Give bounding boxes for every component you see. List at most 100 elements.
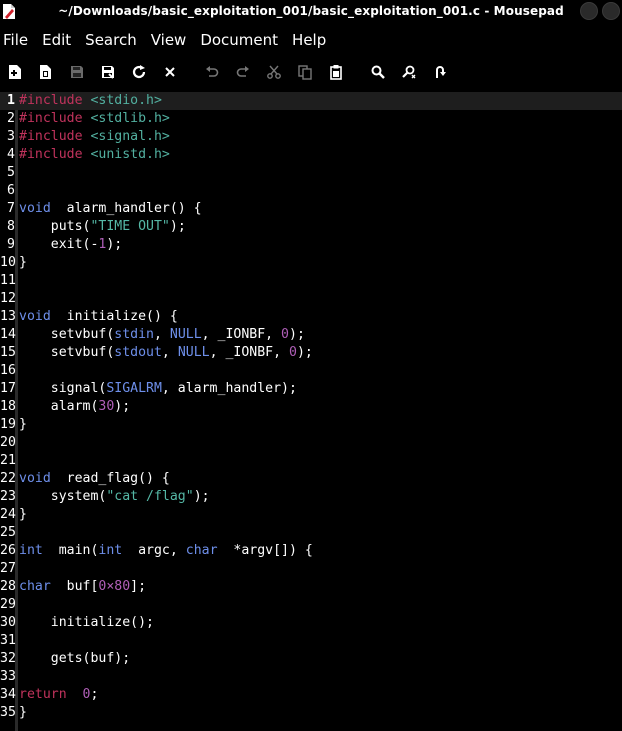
code-line[interactable]: 33 bbox=[0, 668, 622, 686]
code-token: <stdio.h> bbox=[90, 93, 162, 108]
code-line[interactable]: 11 bbox=[0, 272, 622, 290]
code-token: main( bbox=[42, 543, 99, 558]
code-line[interactable]: 9 exit(-1); bbox=[0, 236, 622, 254]
code-line[interactable]: 7 void alarm_handler() { bbox=[0, 200, 622, 218]
code-text: exit(-1); bbox=[19, 236, 123, 254]
menu-help[interactable]: Help bbox=[289, 31, 333, 49]
line-number: 6 bbox=[7, 183, 15, 198]
code-line[interactable]: 30 initialize(); bbox=[0, 614, 622, 632]
code-text: initialize(); bbox=[19, 614, 154, 632]
code-line[interactable]: 18 alarm(30); bbox=[0, 398, 622, 416]
code-line[interactable]: 21 bbox=[0, 452, 622, 470]
menu-edit[interactable]: Edit bbox=[39, 31, 78, 49]
redo-icon[interactable] bbox=[232, 61, 254, 83]
line-number: 14 bbox=[0, 327, 16, 342]
code-line[interactable]: 29 bbox=[0, 596, 622, 614]
save-as-icon[interactable] bbox=[97, 61, 119, 83]
line-number: 11 bbox=[0, 273, 16, 288]
code-line[interactable]: 22 void read_flag() { bbox=[0, 470, 622, 488]
open-file-icon[interactable] bbox=[35, 61, 57, 83]
code-line[interactable]: 12 bbox=[0, 290, 622, 308]
code-line[interactable]: 26 int main(int argc, char *argv[]) { bbox=[0, 542, 622, 560]
code-token: read_flag() { bbox=[50, 471, 170, 486]
code-line[interactable]: 2 #include <stdlib.h> bbox=[0, 110, 622, 128]
paste-icon[interactable] bbox=[325, 61, 347, 83]
line-number: 16 bbox=[0, 363, 16, 378]
code-token: void bbox=[19, 309, 51, 324]
line-number: 28 bbox=[0, 579, 16, 594]
menu-view[interactable]: View bbox=[148, 31, 194, 49]
code-line[interactable]: 15 setvbuf(stdout, NULL, _IONBF, 0); bbox=[0, 344, 622, 362]
code-token: *argv[]) { bbox=[217, 543, 313, 558]
line-number: 5 bbox=[7, 165, 15, 180]
line-number: 19 bbox=[0, 417, 16, 432]
find-icon[interactable] bbox=[367, 61, 389, 83]
code-token: argc, bbox=[122, 543, 186, 558]
code-editor[interactable]: 1 #include <stdio.h> 2 #include <stdlib.h> 3… bbox=[0, 92, 622, 731]
code-line[interactable]: 35} bbox=[0, 704, 622, 722]
line-number: 10 bbox=[0, 255, 16, 270]
line-number: 21 bbox=[0, 453, 16, 468]
code-line[interactable]: 20 bbox=[0, 434, 622, 452]
code-line[interactable]: 14 setvbuf(stdin, NULL, _IONBF, 0); bbox=[0, 326, 622, 344]
close-icon[interactable] bbox=[159, 61, 181, 83]
code-text: puts("TIME OUT"); bbox=[19, 218, 186, 236]
code-token: "cat /flag" bbox=[106, 489, 194, 504]
code-line[interactable]: 25 bbox=[0, 524, 622, 542]
line-number: 13 bbox=[0, 309, 16, 324]
reload-icon[interactable] bbox=[128, 61, 150, 83]
code-token: ); bbox=[296, 345, 313, 360]
code-token: ); bbox=[193, 489, 210, 504]
code-line[interactable]: 10} bbox=[0, 254, 622, 272]
go-to-line-icon[interactable] bbox=[429, 61, 451, 83]
code-line[interactable]: 4 #include <unistd.h> bbox=[0, 146, 622, 164]
code-line[interactable]: 27 bbox=[0, 560, 622, 578]
find-replace-icon[interactable] bbox=[398, 61, 420, 83]
menu-search[interactable]: Search bbox=[82, 31, 144, 49]
line-number: 27 bbox=[0, 561, 16, 576]
new-document-icon[interactable] bbox=[4, 61, 26, 83]
code-text: #include <stdio.h> bbox=[19, 92, 162, 110]
code-line[interactable]: 32 gets(buf); bbox=[0, 650, 622, 668]
undo-icon[interactable] bbox=[201, 61, 223, 83]
menu-document[interactable]: Document bbox=[197, 31, 285, 49]
code-token: NULL bbox=[177, 345, 210, 360]
code-line[interactable]: 3 #include <signal.h> bbox=[0, 128, 622, 146]
code-token: setvbuf( bbox=[19, 327, 115, 342]
code-line[interactable]: 23 system("cat /flag"); bbox=[0, 488, 622, 506]
close-window-button[interactable] bbox=[602, 2, 620, 20]
line-number: 30 bbox=[0, 615, 16, 630]
line-number: 25 bbox=[0, 525, 16, 540]
code-line[interactable]: 1 #include <stdio.h> bbox=[0, 92, 622, 110]
code-token: 30 bbox=[98, 399, 115, 414]
save-icon[interactable] bbox=[66, 61, 88, 83]
line-number: 24 bbox=[0, 507, 16, 522]
minimize-button[interactable] bbox=[580, 2, 598, 20]
code-text: int main(int argc, char *argv[]) { bbox=[19, 542, 313, 560]
code-line[interactable]: 13 void initialize() { bbox=[0, 308, 622, 326]
code-line[interactable]: 8 puts("TIME OUT"); bbox=[0, 218, 622, 236]
code-token: initialize(); bbox=[19, 615, 154, 630]
line-number: 1 bbox=[7, 93, 15, 108]
code-token: #include bbox=[19, 147, 91, 162]
code-line[interactable]: 28 char buf[0×80]; bbox=[0, 578, 622, 596]
code-line[interactable]: 34 return 0; bbox=[0, 686, 622, 704]
code-token: , bbox=[161, 345, 178, 360]
menu-file[interactable]: File bbox=[0, 31, 35, 49]
code-line[interactable]: 17 signal(SIGALRM, alarm_handler); bbox=[0, 380, 622, 398]
code-token: ); bbox=[106, 237, 123, 252]
code-token: void bbox=[19, 201, 51, 216]
code-line[interactable]: 31 bbox=[0, 632, 622, 650]
code-line[interactable]: 6 bbox=[0, 182, 622, 200]
line-number: 18 bbox=[0, 399, 16, 414]
code-line[interactable]: 24} bbox=[0, 506, 622, 524]
cut-icon[interactable] bbox=[263, 61, 285, 83]
code-token: void bbox=[19, 471, 51, 486]
copy-icon[interactable] bbox=[294, 61, 316, 83]
code-line[interactable]: 5 bbox=[0, 164, 622, 182]
code-line[interactable]: 19} bbox=[0, 416, 622, 434]
code-line[interactable]: 16 bbox=[0, 362, 622, 380]
code-token: 0×80 bbox=[98, 579, 131, 594]
code-token: <signal.h> bbox=[90, 129, 170, 144]
